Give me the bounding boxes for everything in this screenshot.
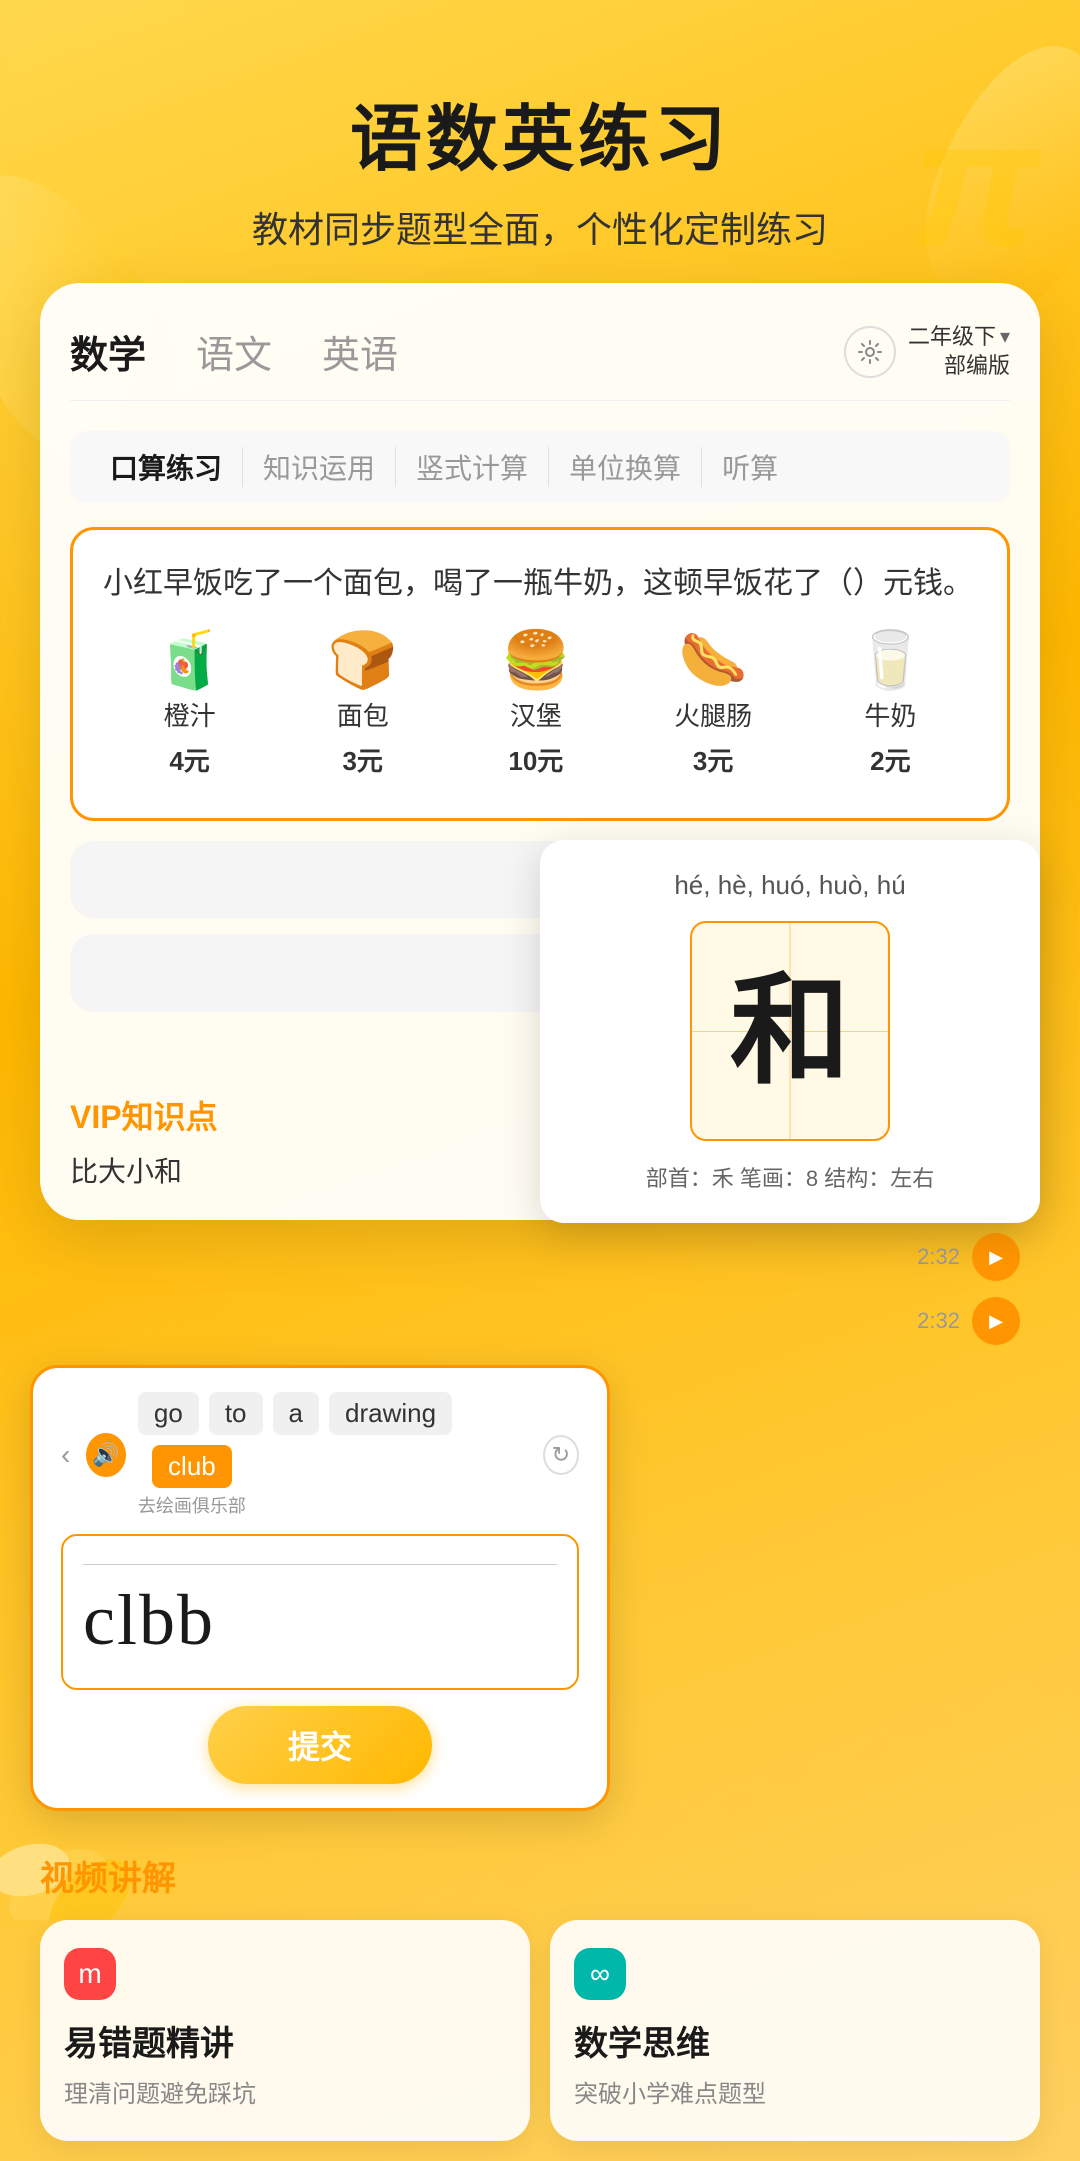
- chinese-char-card: hé, hè, huó, huò, hú 和 部首：禾 笔画：8 结构：左右: [540, 840, 1040, 1223]
- bottom-card-math-thinking: ∞ 数学思维 突破小学难点题型: [550, 1920, 1040, 2141]
- typed-answer: clbb: [83, 1577, 557, 1663]
- food-oj-price: 4元: [169, 741, 209, 778]
- hint-label: 去绘画俱乐部: [138, 1492, 246, 1518]
- subtab-oral-calc[interactable]: 口算练习: [90, 447, 243, 487]
- play-row-2: 2:32 ▶: [917, 1297, 1020, 1345]
- food-sausage-name: 火腿肠: [674, 696, 752, 733]
- bottom-cards-row: m 易错题精讲 理清问题避免踩坑 ∞ 数学思维 突破小学难点题型: [40, 1920, 1040, 2141]
- food-bread-price: 3元: [342, 741, 382, 778]
- bottom-card-mistakes: m 易错题精讲 理清问题避免踩坑: [40, 1920, 530, 2141]
- dropdown-arrow-icon: ▾: [1000, 324, 1010, 350]
- food-item-sausage: 🌭 火腿肠 3元: [674, 632, 752, 778]
- play-row-1: 2:32 ▶: [917, 1233, 1020, 1281]
- subtab-bar: 口算练习 知识运用 竖式计算 单位换算 听算: [70, 431, 1010, 503]
- food-sausage-emoji: 🌭: [678, 632, 748, 688]
- food-burger-emoji: 🍔: [501, 632, 571, 688]
- play-btn-2[interactable]: ▶: [972, 1297, 1020, 1345]
- answer-line-top: [83, 1560, 557, 1565]
- math-thinking-title: 数学思维: [574, 2016, 1016, 2065]
- food-burger-name: 汉堡: [510, 696, 562, 733]
- problem-card: 小红早饭吃了一个面包，喝了一瓶牛奶，这顿早饭花了（）元钱。 🧃 橙汁 4元 🍞 …: [70, 527, 1010, 821]
- food-item-bread: 🍞 面包 3元: [328, 632, 398, 778]
- play-btn-1[interactable]: ▶: [972, 1233, 1020, 1281]
- word-chips-row: go to a drawing club 去绘画俱乐部: [138, 1392, 527, 1518]
- math-thinking-icon: ∞: [574, 1948, 626, 2000]
- submit-button[interactable]: 提交: [208, 1706, 432, 1784]
- tab-math[interactable]: 数学: [70, 324, 146, 379]
- speaker-icon[interactable]: 🔊: [86, 1433, 126, 1477]
- word-chip-to[interactable]: to: [209, 1392, 263, 1435]
- word-chip-go[interactable]: go: [138, 1392, 199, 1435]
- food-oj-name: 橙汁: [164, 696, 216, 733]
- edition-label: 部编版: [944, 352, 1010, 381]
- food-sausage-price: 3元: [693, 741, 733, 778]
- grade-selector[interactable]: 二年级下 ▾ 部编版: [908, 323, 1010, 380]
- word-chip-club-wrapper: club 去绘画俱乐部: [138, 1445, 246, 1518]
- english-exercise-card: ‹ 🔊 go to a drawing club 去绘画俱乐部 ↻ clbb 提…: [30, 1365, 610, 1810]
- problem-text: 小红早饭吃了一个面包，喝了一瓶牛奶，这顿早饭花了（）元钱。: [103, 560, 977, 608]
- grade-label: 二年级下: [908, 323, 996, 352]
- char-info: 部首：禾 笔画：8 结构：左右: [570, 1161, 1010, 1193]
- food-bread-name: 面包: [337, 696, 389, 733]
- word-chip-drawing[interactable]: drawing: [329, 1392, 452, 1435]
- video-lecture-row: 视频讲解: [40, 1851, 1040, 1900]
- time-label-1: 2:32: [917, 1244, 960, 1270]
- time-label-2: 2:32: [917, 1308, 960, 1334]
- tab-chinese[interactable]: 语文: [196, 324, 272, 379]
- char-box: 和: [690, 921, 890, 1141]
- food-item-oj: 🧃 橙汁 4元: [155, 632, 225, 778]
- tab-bar-right: 二年级下 ▾ 部编版: [844, 323, 1010, 380]
- food-oj-emoji: 🧃: [155, 632, 225, 688]
- tab-bar: 数学 语文 英语 二年级下 ▾ 部编版: [70, 323, 1010, 401]
- food-items: 🧃 橙汁 4元 🍞 面包 3元 🍔 汉堡 10元 🌭 火腿肠 3元 🥛: [103, 632, 977, 778]
- food-item-burger: 🍔 汉堡 10元: [501, 632, 571, 778]
- food-milk-price: 2元: [870, 741, 910, 778]
- subtab-vertical-calc[interactable]: 竖式计算: [396, 447, 549, 487]
- back-icon[interactable]: ‹: [61, 1439, 70, 1471]
- mistakes-title: 易错题精讲: [64, 2016, 506, 2065]
- subtab-unit-convert[interactable]: 单位换算: [549, 447, 702, 487]
- chinese-char: 和: [730, 971, 850, 1091]
- subtab-listen-calc[interactable]: 听算: [702, 447, 798, 487]
- food-bread-emoji: 🍞: [328, 632, 398, 688]
- food-milk-emoji: 🥛: [856, 632, 926, 688]
- food-item-milk: 🥛 牛奶 2元: [856, 632, 926, 778]
- mistakes-icon: m: [64, 1948, 116, 2000]
- settings-icon[interactable]: [844, 326, 896, 378]
- mistakes-subtitle: 理清问题避免踩坑: [64, 2077, 506, 2113]
- header: 语数英练习 教材同步题型全面，个性化定制练习: [0, 0, 1080, 283]
- video-lecture-label: 视频讲解: [40, 1851, 176, 1900]
- page-subtitle: 教材同步题型全面，个性化定制练习: [0, 201, 1080, 253]
- tab-english[interactable]: 英语: [322, 324, 398, 379]
- submit-btn-area: 提交: [61, 1706, 579, 1784]
- refresh-icon[interactable]: ↻: [543, 1435, 579, 1475]
- word-chip-a[interactable]: a: [273, 1392, 319, 1435]
- english-answer-box[interactable]: clbb: [61, 1534, 579, 1689]
- page-title: 语数英练习: [0, 80, 1080, 185]
- word-chip-club[interactable]: club: [152, 1445, 232, 1488]
- pinyin-row: hé, hè, huó, huò, hú: [570, 870, 1010, 901]
- math-thinking-subtitle: 突破小学难点题型: [574, 2077, 1016, 2113]
- food-milk-name: 牛奶: [864, 696, 916, 733]
- food-burger-price: 10元: [508, 741, 563, 778]
- subtab-knowledge[interactable]: 知识运用: [243, 447, 396, 487]
